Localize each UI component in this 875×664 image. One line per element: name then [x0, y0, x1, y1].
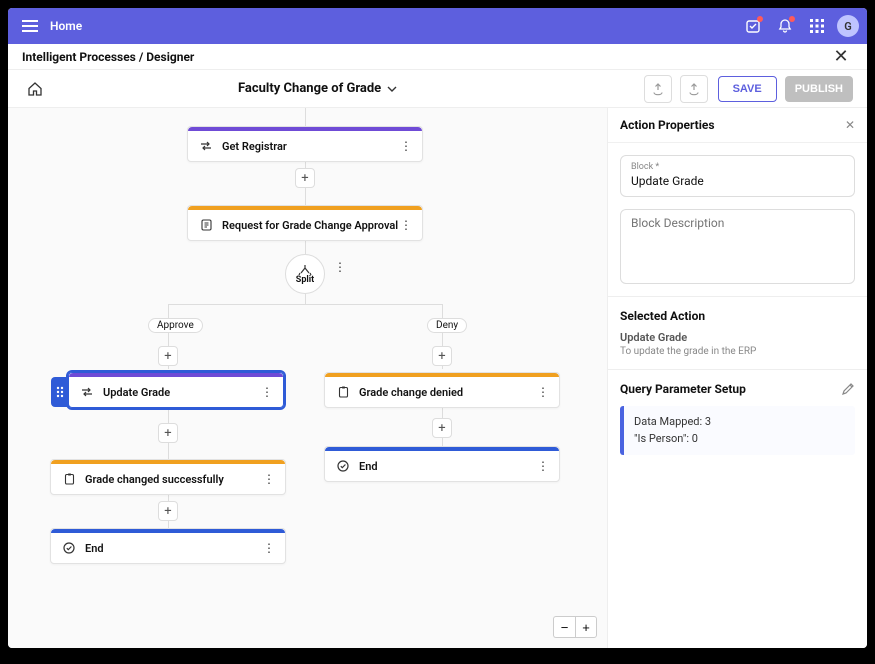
publish-button[interactable]: PUBLISH: [785, 76, 853, 102]
action-name: Update Grade: [620, 331, 855, 344]
field-value: Update Grade: [631, 174, 844, 188]
close-icon[interactable]: ✕: [829, 45, 853, 69]
add-node-button[interactable]: +: [158, 423, 178, 443]
branch-deny-label[interactable]: Deny: [427, 318, 467, 333]
add-node-button[interactable]: +: [158, 346, 178, 366]
node-label: End: [359, 460, 378, 473]
selected-action-section: Selected Action Update Grade To update t…: [608, 296, 867, 369]
export-button-2[interactable]: [680, 75, 708, 103]
nav-home-label[interactable]: Home: [50, 19, 82, 33]
process-title[interactable]: Faculty Change of Grade: [238, 81, 381, 96]
apps-icon[interactable]: [803, 12, 831, 40]
node-menu-icon[interactable]: ⋮: [537, 385, 549, 399]
node-update-grade[interactable]: Update Grade ⋮: [68, 372, 284, 408]
chevron-down-icon[interactable]: [387, 86, 397, 92]
node-menu-icon[interactable]: ⋮: [400, 218, 412, 232]
description-textarea[interactable]: [631, 216, 844, 272]
node-get-registrar[interactable]: Get Registrar ⋮: [187, 126, 423, 162]
node-request-approval[interactable]: Request for Grade Change Approval ⋮: [187, 205, 423, 241]
check-circle-icon: [335, 460, 351, 472]
node-grade-changed[interactable]: Grade changed successfully ⋮: [50, 459, 286, 495]
query-param-section: Query Parameter Setup Data Mapped: 3 "Is…: [608, 369, 867, 467]
block-description-field[interactable]: [620, 209, 855, 284]
node-menu-icon[interactable]: ⋮: [537, 459, 549, 473]
clipboard-icon: [61, 473, 77, 485]
zoom-controls: − +: [553, 616, 597, 638]
export-button-1[interactable]: [644, 75, 672, 103]
node-label: Request for Grade Change Approval: [222, 219, 398, 232]
flow-canvas[interactable]: Get Registrar ⋮ + Request for Grade Chan…: [8, 108, 607, 648]
node-menu-icon[interactable]: ⋮: [261, 385, 273, 399]
node-menu-icon[interactable]: ⋮: [263, 541, 275, 555]
node-grade-denied[interactable]: Grade change denied ⋮: [324, 372, 560, 408]
node-label: Grade change denied: [359, 386, 463, 399]
zoom-out-button[interactable]: −: [553, 616, 575, 638]
node-label: Get Registrar: [222, 140, 287, 153]
block-name-field[interactable]: Block * Update Grade: [620, 155, 855, 197]
add-node-button[interactable]: +: [432, 346, 452, 366]
clipboard-icon: [335, 386, 351, 398]
swap-icon: [79, 386, 95, 398]
form-icon: [198, 219, 214, 231]
breadcrumb-bar: Intelligent Processes / Designer ✕: [8, 44, 867, 70]
top-app-bar: Home G: [8, 8, 867, 44]
node-label: End: [85, 542, 104, 555]
home-icon[interactable]: [22, 76, 48, 102]
close-panel-icon[interactable]: ✕: [845, 118, 855, 132]
action-desc: To update the grade in the ERP: [620, 346, 855, 357]
properties-panel: Action Properties ✕ Block * Update Grade…: [607, 108, 867, 648]
split-label: Split: [296, 275, 314, 285]
save-button[interactable]: SAVE: [718, 76, 777, 102]
node-menu-icon[interactable]: ⋮: [400, 139, 412, 153]
node-menu-icon[interactable]: ⋮: [334, 260, 346, 274]
split-node[interactable]: Split: [285, 254, 325, 294]
node-label: Update Grade: [103, 386, 170, 399]
qps-line: Data Mapped: 3: [634, 414, 845, 431]
panel-title: Action Properties: [620, 118, 715, 132]
query-param-summary: Data Mapped: 3 "Is Person": 0: [620, 406, 855, 455]
swap-icon: [198, 140, 214, 152]
bell-icon[interactable]: [771, 12, 799, 40]
field-label: Block *: [631, 162, 844, 172]
add-node-button[interactable]: +: [295, 168, 315, 188]
branch-approve-label[interactable]: Approve: [148, 318, 203, 333]
designer-toolbar: Faculty Change of Grade SAVE PUBLISH: [8, 70, 867, 108]
section-title: Selected Action: [620, 309, 855, 323]
avatar[interactable]: G: [837, 15, 859, 37]
add-node-button[interactable]: +: [432, 418, 452, 438]
zoom-in-button[interactable]: +: [575, 616, 597, 638]
section-title: Query Parameter Setup: [620, 382, 746, 396]
check-circle-icon: [61, 542, 77, 554]
drag-handle-icon[interactable]: [51, 377, 69, 407]
add-node-button[interactable]: +: [158, 501, 178, 521]
node-end-left[interactable]: End ⋮: [50, 528, 286, 564]
node-end-right[interactable]: End ⋮: [324, 446, 560, 482]
tasks-icon[interactable]: [739, 12, 767, 40]
qps-line: "Is Person": 0: [634, 431, 845, 448]
breadcrumb: Intelligent Processes / Designer: [22, 50, 194, 64]
node-label: Grade changed successfully: [85, 473, 224, 486]
node-menu-icon[interactable]: ⋮: [263, 472, 275, 486]
menu-icon[interactable]: [16, 12, 44, 40]
edit-icon[interactable]: [841, 382, 855, 396]
